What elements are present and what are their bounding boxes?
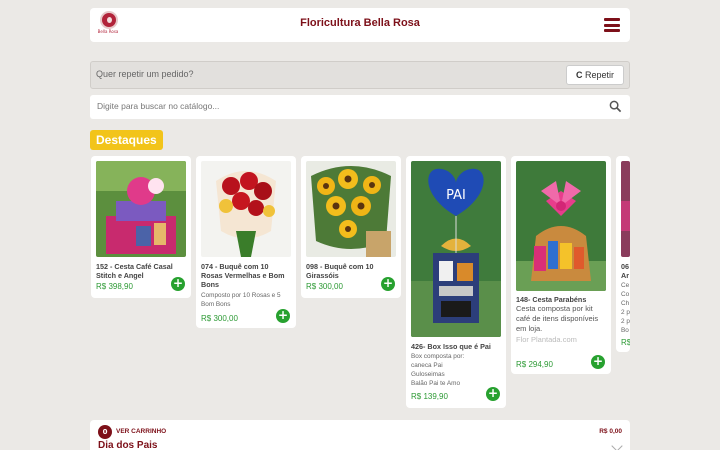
- product-card[interactable]: 152 - Cesta Café Casal Stitch e Angel R$…: [91, 156, 191, 298]
- product-description-line: Ch: [621, 300, 630, 307]
- product-description-line: Bo: [621, 327, 629, 334]
- product-store-note: Flor Plantada.com: [516, 335, 577, 344]
- product-image: [201, 161, 291, 257]
- product-description-line: Co: [621, 291, 630, 298]
- product-name: 426- Box Isso que é Pai: [411, 342, 491, 351]
- repeat-order-bar: Quer repetir um pedido? C Repetir: [90, 61, 630, 89]
- product-description: Composto por 10 Rosas e 5 Bom Bons: [201, 292, 281, 308]
- product-name: 098 - Buquê com 10 Girassóis: [306, 262, 374, 280]
- product-description-line: 2 p: [621, 318, 630, 325]
- product-name: 074 - Buquê com 10 Rosas Vermelhas e Bom…: [201, 262, 285, 289]
- product-description-line: caneca Pai: [411, 362, 443, 369]
- featured-section-title: Destaques: [90, 130, 163, 150]
- product-card[interactable]: 148- Cesta Parabéns Cesta composta por k…: [511, 156, 611, 374]
- product-card[interactable]: 06 Ar Ce Co Ch 2 p 2 p Bo R$: [616, 156, 630, 352]
- search-bar[interactable]: Digite para buscar no catálogo...: [90, 95, 630, 119]
- product-price: R$ 398,90: [96, 282, 133, 291]
- search-input[interactable]: Digite para buscar no catálogo...: [97, 101, 219, 111]
- product-image: [516, 161, 606, 291]
- product-description-line: Guloseimas: [411, 371, 445, 378]
- product-price: R$ 300,00: [306, 282, 343, 291]
- add-to-cart-button[interactable]: +: [486, 387, 500, 401]
- product-image: [621, 161, 630, 257]
- product-name: 152 - Cesta Café Casal Stitch e Angel: [96, 262, 173, 280]
- chevron-down-icon[interactable]: [611, 440, 623, 450]
- product-card[interactable]: PAI 426- Box Isso que é Pai Box composta…: [406, 156, 506, 408]
- category-title[interactable]: Dia dos Pais: [98, 440, 157, 450]
- hamburger-menu-icon[interactable]: [604, 18, 620, 32]
- add-to-cart-button[interactable]: +: [171, 277, 185, 291]
- add-to-cart-button[interactable]: +: [276, 309, 290, 323]
- product-price: R$ 300,00: [201, 314, 238, 323]
- product-price: R$ 139,90: [411, 392, 448, 401]
- product-card[interactable]: 074 - Buquê com 10 Rosas Vermelhas e Bom…: [196, 156, 296, 328]
- product-description-line: 2 p: [621, 309, 630, 316]
- cart-section-panel: 0 VER CARRINHO R$ 0,00 Dia dos Pais: [90, 420, 630, 450]
- product-price: R$: [621, 338, 630, 347]
- page-title: Floricultura Bella Rosa: [300, 17, 420, 29]
- refresh-icon: C: [575, 70, 583, 80]
- product-name: Ar: [621, 271, 629, 280]
- product-description-line: Ce: [621, 282, 630, 289]
- add-to-cart-button[interactable]: +: [591, 355, 605, 369]
- repeat-order-input[interactable]: Quer repetir um pedido?: [96, 69, 194, 79]
- product-image: [306, 161, 396, 257]
- svg-text:PAI: PAI: [446, 188, 466, 203]
- view-cart-link[interactable]: VER CARRINHO: [116, 428, 166, 435]
- search-icon[interactable]: [609, 100, 622, 113]
- product-image: PAI: [411, 161, 501, 337]
- product-price: R$ 294,90: [516, 360, 553, 369]
- product-description-line: Balão Pai te Amo: [411, 380, 461, 387]
- product-name: 148- Cesta Parabéns: [516, 295, 587, 304]
- product-name: 06: [621, 262, 629, 271]
- product-description: Cesta composta por kit café de itens dis…: [516, 304, 599, 333]
- logo-text: Bella Rosa: [97, 29, 119, 34]
- top-header: Bella Rosa Floricultura Bella Rosa: [90, 8, 630, 42]
- cart-count-badge[interactable]: 0: [98, 425, 112, 439]
- product-description-line: Box composta por:: [411, 353, 465, 360]
- product-card[interactable]: 098 - Buquê com 10 Girassóis R$ 300,00 +: [301, 156, 401, 298]
- repeat-button[interactable]: C Repetir: [566, 65, 624, 85]
- cart-total: R$ 0,00: [599, 428, 622, 435]
- repeat-button-label: Repetir: [585, 70, 615, 80]
- add-to-cart-button[interactable]: +: [381, 277, 395, 291]
- product-image: [96, 161, 186, 257]
